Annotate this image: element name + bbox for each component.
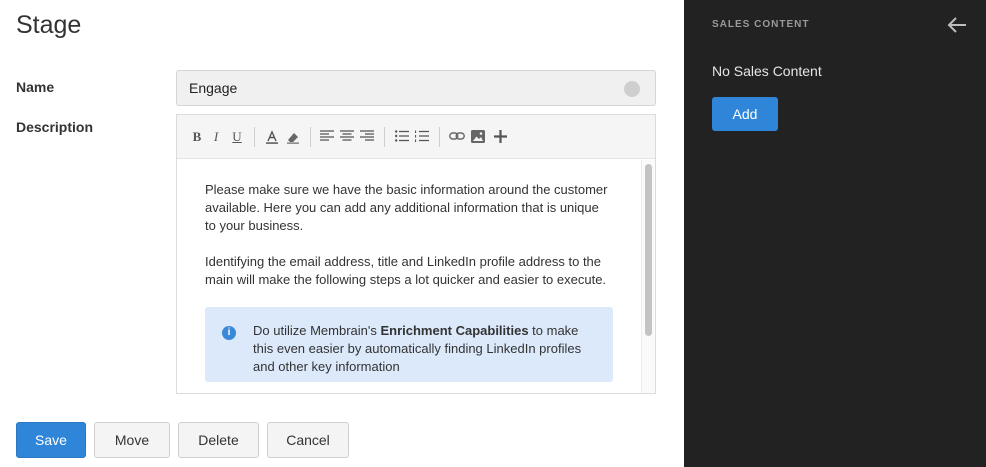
toolbar-divider xyxy=(254,127,255,147)
info-text-prefix: Do utilize Membrain's xyxy=(253,323,381,338)
description-editor[interactable]: B I U Please make sure we have the basic… xyxy=(176,114,656,394)
bold-button[interactable]: B xyxy=(188,127,206,147)
arrow-left-icon[interactable] xyxy=(947,16,967,34)
move-button[interactable]: Move xyxy=(94,422,170,458)
align-right-icon[interactable] xyxy=(358,127,376,147)
align-center-icon[interactable] xyxy=(338,127,356,147)
empty-state-text: No Sales Content xyxy=(712,63,822,79)
numbered-list-icon[interactable] xyxy=(413,127,431,147)
underline-button[interactable]: U xyxy=(228,127,246,147)
image-icon[interactable] xyxy=(469,127,487,147)
plus-icon[interactable] xyxy=(491,127,509,147)
name-field[interactable] xyxy=(176,70,656,106)
page-title: Stage xyxy=(16,11,82,39)
sales-content-panel: SALES CONTENT No Sales Content Add xyxy=(684,0,986,467)
save-button[interactable]: Save xyxy=(16,422,86,458)
bullet-list-icon[interactable] xyxy=(393,127,411,147)
add-button[interactable]: Add xyxy=(712,97,778,131)
description-content[interactable]: Please make sure we have the basic infor… xyxy=(177,160,641,393)
info-text: Do utilize Membrain's Enrichment Capabil… xyxy=(253,323,581,374)
delete-button[interactable]: Delete xyxy=(178,422,259,458)
scrollbar-thumb[interactable] xyxy=(645,164,652,336)
description-paragraph: Please make sure we have the basic infor… xyxy=(205,182,608,233)
panel-title: SALES CONTENT xyxy=(712,19,810,30)
name-input[interactable] xyxy=(177,71,655,105)
toolbar-divider xyxy=(310,127,311,147)
info-text-bold: Enrichment Capabilities xyxy=(380,323,529,338)
info-icon: i xyxy=(222,326,236,340)
info-callout: i Do utilize Membrain's Enrichment Capab… xyxy=(205,307,613,382)
clear-icon[interactable] xyxy=(624,81,640,97)
editor-toolbar: B I U xyxy=(177,115,655,159)
font-color-icon[interactable] xyxy=(263,127,281,147)
description-paragraph: Identifying the email address, title and… xyxy=(205,254,607,287)
link-icon[interactable] xyxy=(448,127,466,147)
align-left-icon[interactable] xyxy=(318,127,336,147)
description-label: Description xyxy=(16,119,94,135)
stage-editor: Stage Name Description B I U xyxy=(0,0,684,467)
editor-scrollbar[interactable] xyxy=(641,160,655,393)
name-label: Name xyxy=(16,79,55,95)
toolbar-divider xyxy=(439,127,440,147)
cancel-button[interactable]: Cancel xyxy=(267,422,349,458)
toolbar-divider xyxy=(384,127,385,147)
italic-button[interactable]: I xyxy=(207,127,225,147)
eraser-icon[interactable] xyxy=(284,127,302,147)
